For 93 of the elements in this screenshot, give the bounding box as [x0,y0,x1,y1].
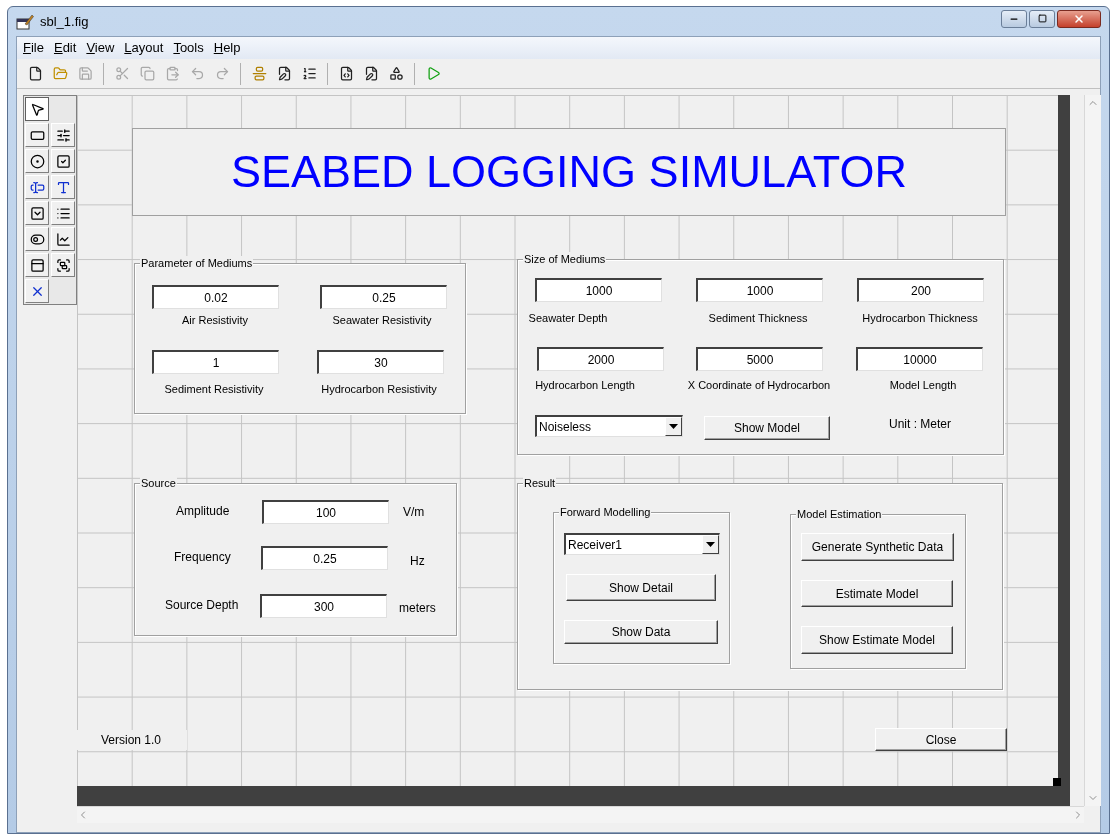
push-button[interactable]: Show Estimate Model [801,626,953,654]
menu-item[interactable]: File [18,38,49,58]
edit-field[interactable]: 30 [317,350,444,374]
version-label: Version 1.0 [77,730,188,750]
push-button[interactable]: Show Detail [566,574,716,601]
field-label: Seawater Resistivity [332,313,432,327]
paste-icon [164,66,180,81]
save-icon [77,66,93,81]
field-label: Hz [410,554,425,568]
maximize-icon [1037,14,1047,23]
menu-item[interactable]: Layout [119,38,169,58]
push-button[interactable]: Estimate Model [801,580,953,607]
menu-item[interactable]: Help [208,38,246,58]
chart-icon [55,231,71,247]
maximize-button[interactable] [1029,9,1055,28]
code-file-icon [338,66,354,81]
caret-icon [669,424,678,429]
field-label: Sediment Thickness [708,311,808,325]
field-label: Unit : Meter [889,417,951,431]
panel-icon [29,257,45,273]
field-label: meters [399,601,436,615]
play-icon [425,66,441,81]
push-button[interactable]: Close [875,728,1007,751]
window-title: sbl_1.fig [40,12,90,31]
edit-field[interactable]: 10000 [856,347,983,371]
caret-icon [706,542,715,547]
menu-item[interactable]: View [81,38,120,58]
field-label: Hydrocarbon Resistivity [321,382,437,396]
field-label: Seawater Depth [528,311,608,325]
field-label: Model Length [889,378,957,392]
field-label: Frequency [174,550,231,564]
minimize-button[interactable] [1001,9,1027,28]
slider-icon [55,127,71,143]
edit-field[interactable]: 2000 [537,347,664,371]
pointer-icon [29,101,45,117]
edit-field[interactable]: 100 [262,500,389,524]
dropdown-icon [29,205,45,221]
dropdown[interactable]: Receiver1 [564,533,720,555]
dropdown[interactable]: Noiseless [535,415,683,437]
field-label: Hydrocarbon Length [535,378,635,392]
edit-field[interactable]: 200 [857,278,984,302]
figure-icon [16,13,34,30]
push-button[interactable]: Show Data [564,620,718,644]
panel-title: Parameter of Mediums [140,256,254,270]
panel-title: Size of Mediums [523,252,607,266]
close-window-button[interactable] [1057,9,1101,28]
edit-field[interactable]: 0.25 [261,546,388,570]
radio-icon [29,153,45,169]
field-label: Source Depth [165,598,239,612]
copy-icon [139,66,155,81]
document-edit-icon [363,66,379,81]
shapes-icon [388,66,404,81]
list-icon [55,205,71,221]
scissors-icon [114,66,130,81]
panel-title: Forward Modelling [559,505,652,519]
toggle-icon [29,231,45,247]
push-button[interactable]: Show Model [704,416,830,440]
redo-icon [214,66,230,81]
blank-page-icon [27,66,43,81]
field-label: X Coordinate of Hydrocarbon [687,378,831,392]
edit-field[interactable]: 1000 [535,278,662,302]
checkbox-icon [55,153,71,169]
document-pen-icon [276,66,292,81]
resize-handle[interactable] [1053,778,1061,786]
field-label: V/m [403,505,425,519]
menu-item[interactable]: Edit [48,38,82,58]
panel-title: Result [523,476,557,490]
text-cursor-icon [29,179,45,195]
edit-field[interactable]: 0.02 [152,285,279,309]
edit-field[interactable]: 300 [260,594,387,618]
horizontal-scrollbar[interactable] [77,806,1084,823]
close-icon [1073,12,1085,25]
undo-icon [189,66,205,81]
field-label: Hydrocarbon Thickness [862,311,978,325]
edit-field[interactable]: 1 [152,350,279,374]
edit-field[interactable]: 0.25 [320,285,447,309]
edit-field[interactable]: 5000 [696,347,823,371]
field-label: Amplitude [176,504,230,518]
edit-field[interactable]: 1000 [696,278,823,302]
menu-item[interactable]: Tools [168,38,209,58]
vertical-scrollbar[interactable] [1084,95,1101,806]
field-label: Air Resistivity [182,313,248,327]
folder-icon [52,66,68,81]
align-icon [251,66,267,81]
palette-tool-button[interactable] [25,97,49,121]
numbered-list-icon [301,66,317,81]
panel-title: Source [140,476,177,490]
push-button[interactable]: Generate Synthetic Data [801,533,954,561]
panel-title: Model Estimation [796,507,883,521]
app-title: SEABED LOGGING SIMULATOR [231,145,907,200]
group-icon [55,257,71,273]
text-icon [55,179,71,195]
field-label: Sediment Resistivity [164,382,264,396]
